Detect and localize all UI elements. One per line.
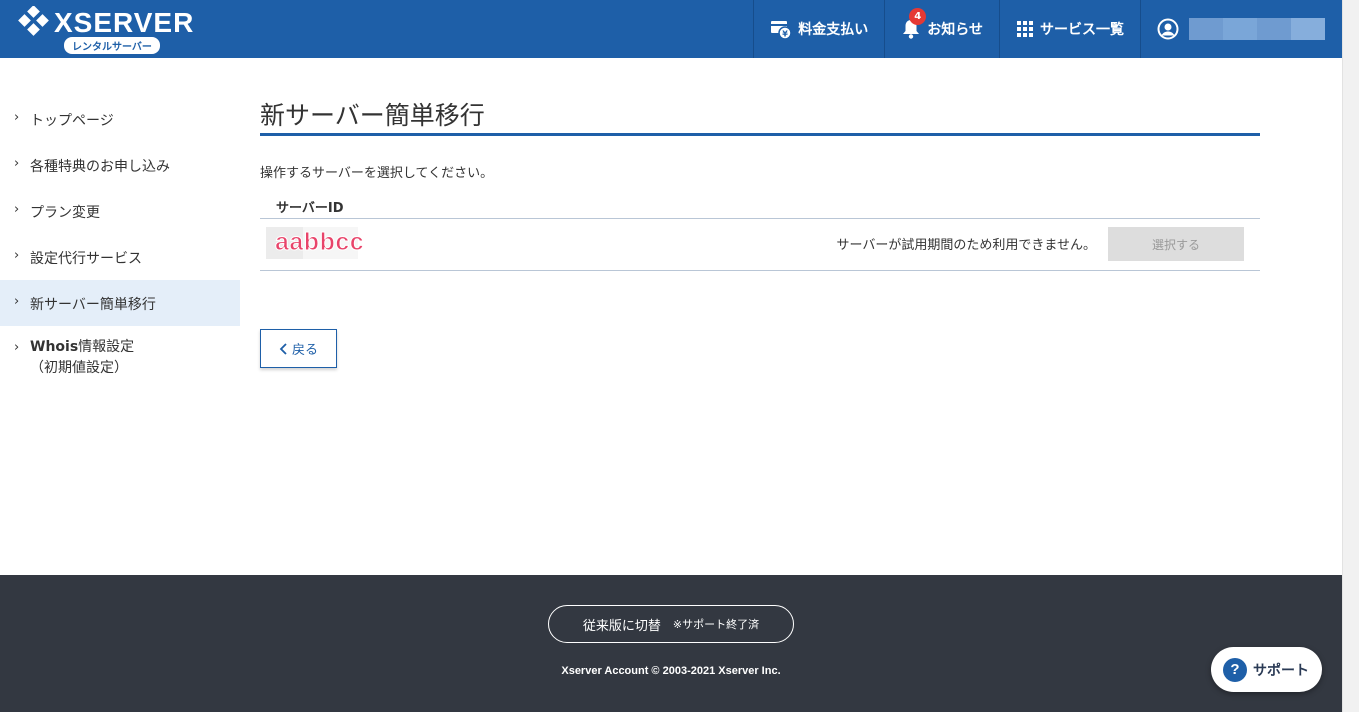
nav-payment-label: 料金支払い — [798, 22, 869, 38]
sidebar-item-label: 設定代行サービス — [30, 251, 142, 267]
header-nav: ¥ 料金支払い 4 お知らせ サービス一覧 — [753, 0, 1342, 58]
support-button[interactable]: ? サポート — [1211, 647, 1322, 692]
select-button[interactable]: 選択する — [1108, 227, 1244, 261]
sidebar: › トップページ › 各種特典のお申し込み › プラン変更 › 設定代行サービス… — [0, 96, 240, 382]
nav-services[interactable]: サービス一覧 — [999, 0, 1140, 58]
chevron-right-icon: › — [14, 202, 20, 217]
back-button-label: 戻る — [291, 343, 318, 358]
notification-badge: 4 — [909, 8, 927, 25]
sidebar-item-whois[interactable]: › Whois情報設定 （初期値設定） — [0, 326, 240, 382]
switch-legacy-button[interactable]: 従来版に切替 ※サポート終了済 — [548, 605, 794, 643]
logo-subtitle: レンタルサーバー — [64, 37, 160, 54]
whois-bold-label: Whois — [30, 339, 79, 355]
whois-label-line2: （初期値設定） — [30, 360, 128, 376]
nav-notifications-label: お知らせ — [927, 22, 983, 38]
question-icon: ? — [1223, 657, 1247, 682]
grid-icon — [1017, 21, 1033, 37]
sidebar-item-label: プラン変更 — [30, 205, 100, 221]
user-name-redacted — [1189, 18, 1325, 40]
chevron-right-icon: › — [14, 110, 20, 125]
sidebar-item-label: 新サーバー簡単移行 — [30, 297, 156, 313]
column-header-server-id: サーバーID — [260, 197, 1260, 219]
sidebar-item-setup-service[interactable]: › 設定代行サービス — [0, 234, 240, 280]
xserver-logo[interactable]: XSERVER レンタルサーバー — [16, 6, 195, 54]
back-button[interactable]: 戻る — [260, 329, 337, 368]
whois-label: 情報設定 — [78, 339, 135, 355]
payment-icon: ¥ — [771, 21, 793, 40]
nav-payment[interactable]: ¥ 料金支払い — [753, 0, 884, 58]
sidebar-item-top[interactable]: › トップページ — [0, 96, 240, 142]
switch-note: ※サポート終了済 — [672, 618, 760, 631]
copyright-text: Xserver Account © 2003-2021 Xserver Inc. — [561, 665, 781, 677]
sidebar-item-benefits[interactable]: › 各種特典のお申し込み — [0, 142, 240, 188]
svg-text:¥: ¥ — [782, 30, 788, 39]
instruction-text: 操作するサーバーを選択してください。 — [260, 166, 494, 181]
server-id-cell: aabbcc — [266, 227, 364, 259]
logo-text: XSERVER — [54, 7, 195, 38]
chevron-left-icon — [279, 342, 287, 355]
sidebar-item-label: 各種特典のお申し込み — [30, 159, 170, 175]
nav-user-menu[interactable] — [1140, 0, 1342, 58]
page-scrollbar[interactable] — [1342, 0, 1359, 712]
sidebar-item-server-migration[interactable]: › 新サーバー簡単移行 — [0, 280, 240, 326]
chevron-right-icon: › — [14, 340, 20, 355]
server-id-value: aabbcc — [274, 228, 365, 257]
table-row: aabbcc サーバーが試用期間のため利用できません。 選択する — [260, 219, 1260, 271]
sidebar-item-plan-change[interactable]: › プラン変更 — [0, 188, 240, 234]
top-header: XSERVER レンタルサーバー ¥ 料金支払い 4 お知らせ サービス一覧 — [0, 0, 1342, 58]
logo-diamond-icon — [18, 6, 49, 36]
nav-notifications[interactable]: 4 お知らせ — [884, 0, 999, 58]
switch-label: 従来版に切替 — [582, 618, 661, 634]
chevron-right-icon: › — [14, 156, 20, 171]
chevron-right-icon: › — [14, 294, 20, 309]
main-content: 新サーバー簡単移行 操作するサーバーを選択してください。 サーバーID aabb… — [260, 90, 1260, 368]
nav-services-label: サービス一覧 — [1040, 22, 1124, 38]
sidebar-item-label: トップページ — [30, 113, 114, 129]
unavailable-message: サーバーが試用期間のため利用できません。 — [836, 238, 1096, 253]
page-title: 新サーバー簡単移行 — [260, 90, 1260, 136]
footer: 従来版に切替 ※サポート終了済 Xserver Account © 2003-2… — [0, 575, 1342, 712]
sidebar-item-label: Whois情報設定 （初期値設定） — [30, 337, 134, 379]
user-circle-icon — [1157, 18, 1179, 40]
chevron-right-icon: › — [14, 248, 20, 263]
support-label: サポート — [1253, 662, 1309, 679]
